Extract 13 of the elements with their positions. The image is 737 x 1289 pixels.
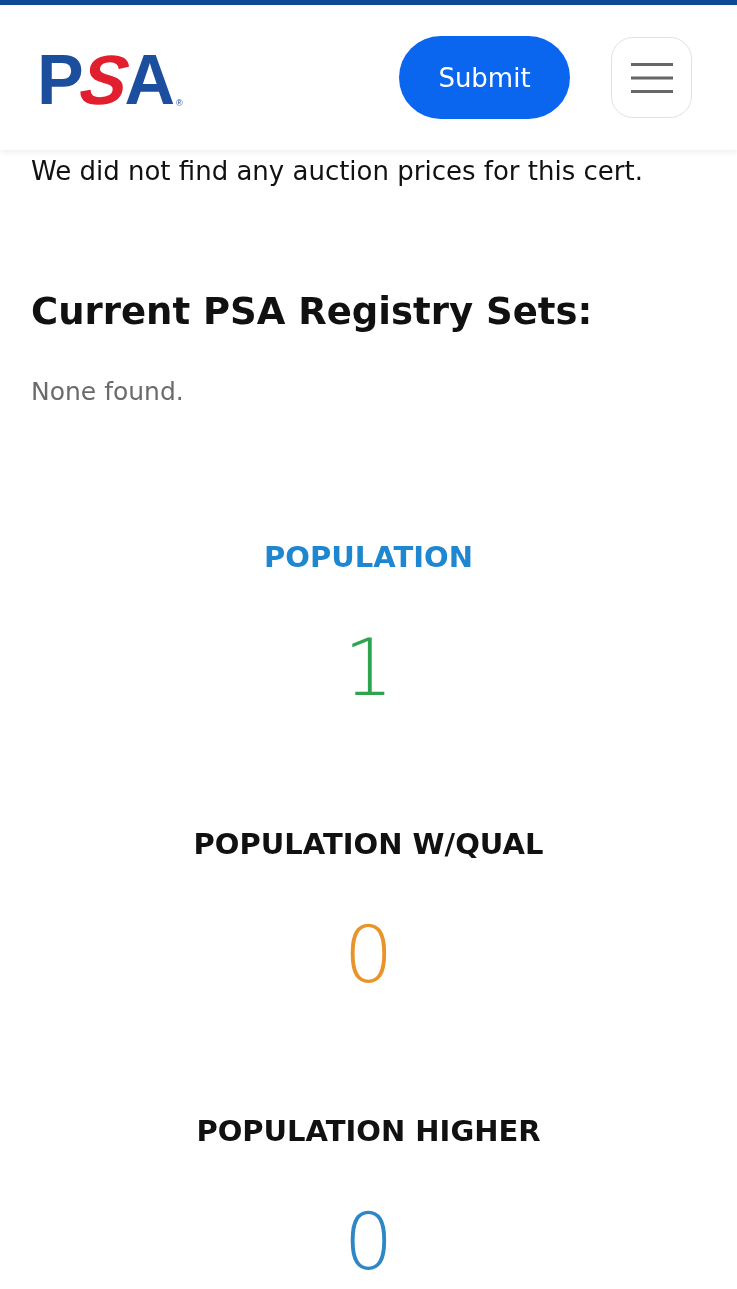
menu-icon bbox=[630, 61, 673, 94]
menu-button[interactable] bbox=[611, 37, 692, 118]
submit-button[interactable]: Submit bbox=[399, 36, 570, 119]
stat-label: POPULATION W/QUAL bbox=[193, 826, 544, 862]
empty-message: None found. bbox=[31, 377, 185, 407]
section-heading: Current PSA Registry Sets: bbox=[31, 289, 594, 335]
stat-label: POPULATION HIGHER bbox=[196, 1113, 541, 1149]
population-link[interactable]: POPULATION bbox=[264, 539, 473, 575]
stat-value: 0 bbox=[343, 910, 394, 1000]
auction-message: We did not find any auction prices for this cert. bbox=[31, 156, 644, 186]
stat-value: 1 bbox=[343, 623, 394, 713]
psa-logo[interactable]: PSA® bbox=[37, 51, 183, 108]
stat-value: 0 bbox=[343, 1197, 394, 1287]
